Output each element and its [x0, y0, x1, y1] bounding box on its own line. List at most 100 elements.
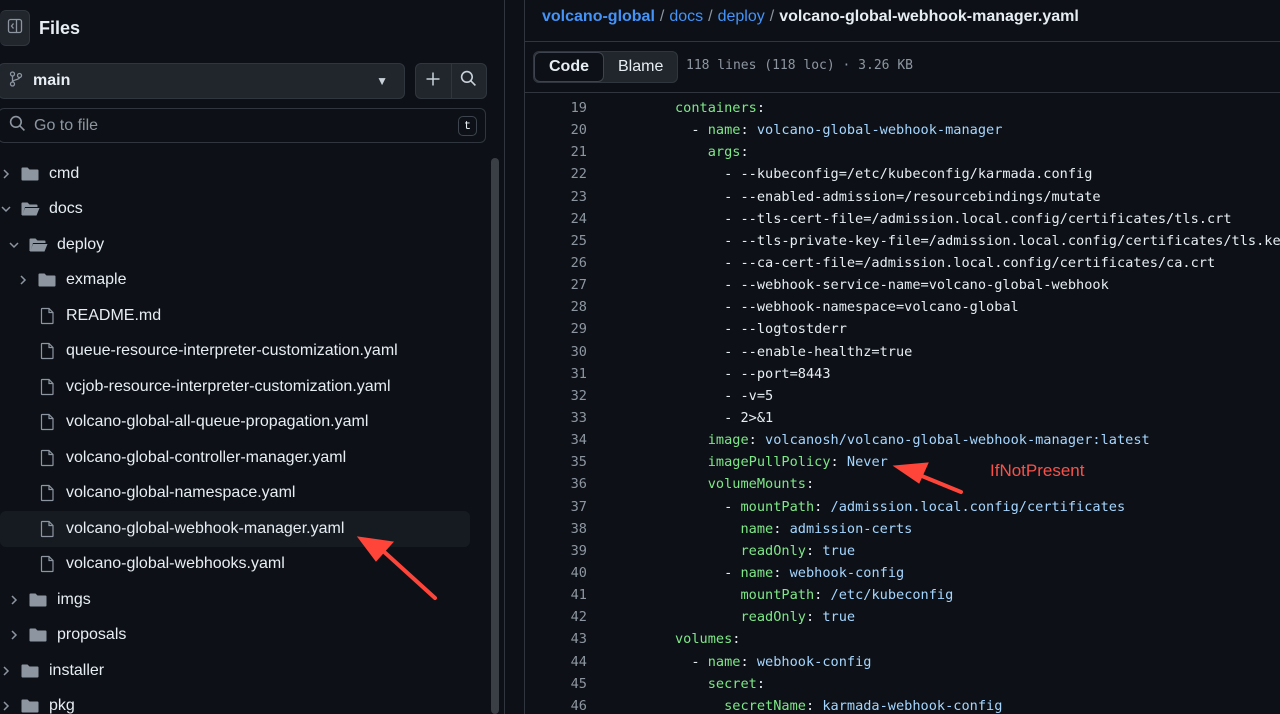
code-line: 34 image: volcanosh/volcano-global-webho…: [525, 429, 1280, 451]
code-content: - 2>&1: [675, 410, 774, 427]
go-to-file-input[interactable]: Go to file t: [0, 108, 486, 143]
code-content: readOnly: true: [740, 609, 856, 626]
tree-item-label: README.md: [66, 306, 162, 324]
tree-file-item[interactable]: vcjob-resource-interpreter-customization…: [0, 369, 486, 405]
line-number[interactable]: 30: [525, 344, 587, 360]
code-content: - --tls-cert-file=/admission.local.confi…: [675, 210, 1232, 227]
chevron-right-icon[interactable]: [17, 274, 29, 286]
line-number[interactable]: 32: [525, 388, 587, 404]
file-icon: [37, 307, 57, 325]
code-content: - --webhook-namespace=volcano-global: [675, 299, 1019, 316]
code-line: 44 - name: webhook-config: [525, 651, 1280, 673]
breadcrumb-docs-link[interactable]: docs: [669, 8, 703, 26]
line-number[interactable]: 24: [525, 211, 587, 227]
tree-folder-item[interactable]: imgs: [0, 582, 486, 618]
line-number[interactable]: 39: [525, 543, 587, 559]
tree-file-item[interactable]: queue-resource-interpreter-customization…: [0, 334, 486, 370]
tree-item-label: exmaple: [66, 271, 127, 289]
scrollbar-thumb[interactable]: [491, 158, 499, 714]
line-number[interactable]: 45: [525, 676, 587, 692]
code-line: 32 - -v=5: [525, 385, 1280, 407]
tree-folder-item[interactable]: pkg: [0, 689, 486, 714]
code-content: - --logtostderr: [675, 321, 847, 338]
tree-folder-item[interactable]: exmaple: [0, 263, 486, 299]
folder-icon: [28, 592, 48, 608]
folder-icon: [28, 627, 48, 643]
branch-selector-button[interactable]: main ▼: [0, 63, 405, 99]
sidebar-scrollbar[interactable]: [488, 156, 502, 714]
line-number[interactable]: 27: [525, 277, 587, 293]
branch-name: main: [33, 72, 71, 89]
collapse-sidebar-button[interactable]: [0, 10, 30, 46]
tree-file-item[interactable]: volcano-global-controller-manager.yaml: [0, 440, 486, 476]
chevron-right-icon[interactable]: [0, 700, 12, 712]
chevron-right-icon[interactable]: [8, 594, 20, 606]
breadcrumb-repo-link[interactable]: volcano-global: [542, 8, 655, 26]
code-line: 33 - 2>&1: [525, 407, 1280, 429]
folder-open-icon: [20, 201, 40, 217]
tree-item-label: volcano-global-webhook-manager.yaml: [66, 519, 345, 537]
line-number[interactable]: 43: [525, 631, 587, 647]
tree-item-label: volcano-global-controller-manager.yaml: [66, 448, 347, 466]
search-code-button[interactable]: [450, 64, 486, 98]
chevron-down-icon[interactable]: [0, 204, 12, 214]
tree-item-label: installer: [49, 661, 105, 679]
chevron-right-icon[interactable]: [0, 665, 12, 677]
code-content: - mountPath: /admission.local.config/cer…: [675, 498, 1126, 515]
folder-open-icon: [28, 237, 48, 253]
code-content: secret:: [707, 675, 766, 692]
chevron-right-icon[interactable]: [8, 629, 20, 641]
yaml-value: --webhook-namespace=volcano-global: [740, 299, 1019, 316]
add-file-button[interactable]: [416, 64, 451, 98]
tree-folder-item[interactable]: proposals: [0, 618, 486, 654]
line-number[interactable]: 21: [525, 144, 587, 160]
code-content: volumeMounts:: [707, 476, 815, 493]
code-content: volumes:: [675, 631, 741, 648]
line-number[interactable]: 28: [525, 299, 587, 315]
line-number[interactable]: 33: [525, 410, 587, 426]
file-icon: [37, 449, 57, 467]
line-number[interactable]: 40: [525, 565, 587, 581]
tree-file-item[interactable]: volcano-global-webhook-manager.yaml: [0, 511, 470, 547]
line-number[interactable]: 35: [525, 454, 587, 470]
line-number[interactable]: 22: [525, 166, 587, 182]
line-number[interactable]: 46: [525, 698, 587, 714]
line-number[interactable]: 19: [525, 100, 587, 116]
tree-folder-item[interactable]: cmd: [0, 156, 486, 192]
tree-file-item[interactable]: volcano-global-all-queue-propagation.yam…: [0, 405, 486, 441]
tree-file-item[interactable]: volcano-global-webhooks.yaml: [0, 547, 486, 583]
line-number[interactable]: 20: [525, 122, 587, 138]
yaml-value: --ca-cert-file=/admission.local.config/c…: [740, 255, 1216, 272]
line-number[interactable]: 44: [525, 654, 587, 670]
chevron-down-icon[interactable]: [8, 240, 20, 250]
line-number[interactable]: 25: [525, 233, 587, 249]
go-to-file-placeholder: Go to file: [34, 116, 99, 134]
tree-folder-item[interactable]: deploy: [0, 227, 486, 263]
line-number[interactable]: 23: [525, 189, 587, 205]
tree-file-item[interactable]: README.md: [0, 298, 486, 334]
code-content: - name: webhook-config: [675, 565, 905, 582]
yaml-key: volumes: [675, 631, 733, 648]
line-number[interactable]: 41: [525, 587, 587, 603]
code-line: 22 - --kubeconfig=/etc/kubeconfig/karmad…: [525, 163, 1280, 185]
line-number[interactable]: 37: [525, 499, 587, 515]
blame-tab-button[interactable]: Blame: [604, 52, 677, 82]
breadcrumb-deploy-link[interactable]: deploy: [718, 8, 765, 26]
tree-folder-item[interactable]: docs: [0, 192, 486, 228]
code-line: 41 mountPath: /etc/kubeconfig: [525, 584, 1280, 606]
line-number[interactable]: 34: [525, 432, 587, 448]
tree-folder-item[interactable]: installer: [0, 653, 486, 689]
line-number[interactable]: 29: [525, 321, 587, 337]
code-tab-button[interactable]: Code: [534, 52, 604, 82]
tree-item-label: queue-resource-interpreter-customization…: [66, 342, 398, 360]
line-number[interactable]: 31: [525, 366, 587, 382]
line-number[interactable]: 42: [525, 609, 587, 625]
tree-item-label: volcano-global-webhooks.yaml: [66, 555, 285, 573]
line-number[interactable]: 38: [525, 521, 587, 537]
line-number[interactable]: 26: [525, 255, 587, 271]
code-line: 25 - --tls-private-key-file=/admission.l…: [525, 230, 1280, 252]
tree-file-item[interactable]: volcano-global-namespace.yaml: [0, 476, 486, 512]
line-number[interactable]: 36: [525, 476, 587, 492]
code-content: secretName: karmada-webhook-config: [724, 697, 1003, 714]
chevron-right-icon[interactable]: [0, 168, 12, 180]
